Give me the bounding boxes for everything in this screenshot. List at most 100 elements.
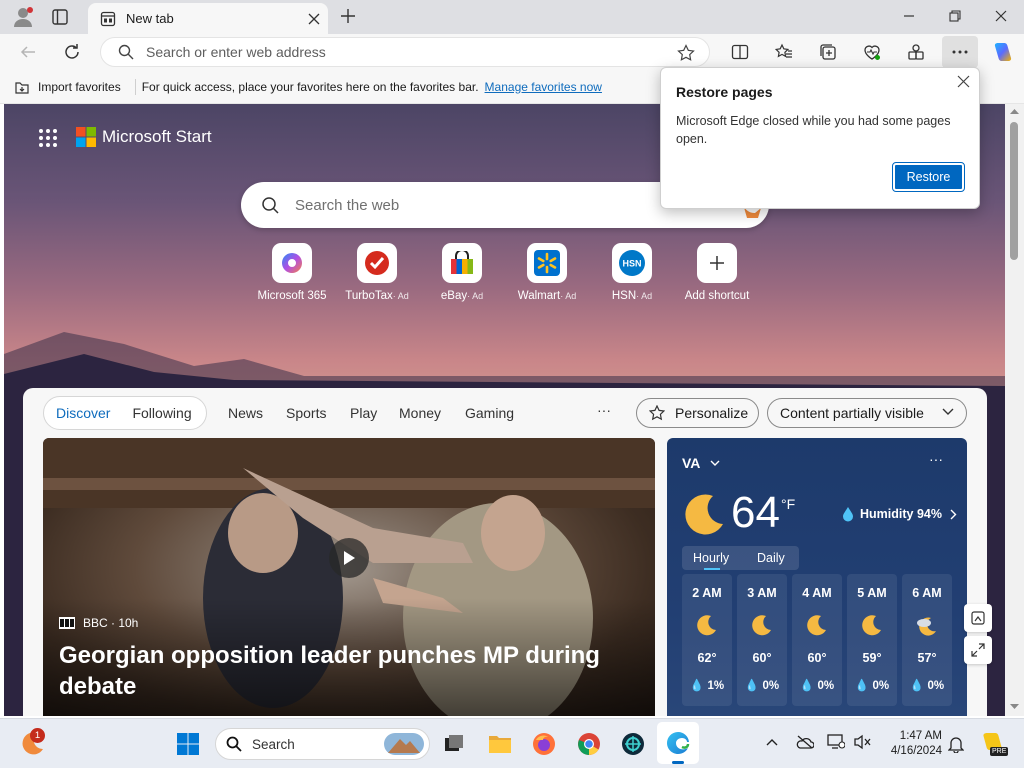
copilot-icon[interactable]: [988, 38, 1016, 66]
collections-icon[interactable]: [814, 38, 842, 66]
edge-taskbar-item[interactable]: [657, 722, 699, 764]
file-explorer-icon[interactable]: [488, 732, 512, 756]
notification-bell-icon[interactable]: [948, 735, 964, 753]
forecast-tabs: Hourly Daily: [682, 546, 799, 570]
more-tabs-icon[interactable]: ···: [597, 402, 611, 418]
tab-gaming[interactable]: Gaming: [465, 405, 514, 421]
tab-money[interactable]: Money: [399, 405, 441, 421]
personalize-star-icon: [649, 405, 665, 421]
volume-muted-icon[interactable]: [853, 734, 871, 750]
quick-link-microsoft-365[interactable]: Microsoft 365: [249, 243, 335, 302]
tab-actions-icon[interactable]: [51, 8, 69, 26]
hsn-icon: HSN: [612, 243, 652, 283]
import-favorites-link[interactable]: Import favorites: [38, 80, 121, 94]
favorites-icon[interactable]: [770, 38, 798, 66]
close-icon[interactable]: [957, 75, 970, 88]
weather-more-icon[interactable]: ···: [929, 451, 943, 467]
system-clock[interactable]: 1:47 AM 4/16/2024: [882, 729, 942, 759]
split-screen-icon[interactable]: [726, 38, 754, 66]
windows-start-icon[interactable]: [176, 732, 200, 756]
browser-essentials-icon[interactable]: [858, 38, 886, 66]
moon-icon: [806, 614, 828, 636]
content-visibility-dropdown[interactable]: Content partially visible: [767, 398, 967, 428]
back-arrow-icon[interactable]: [14, 38, 42, 66]
temperature-unit: °F: [781, 496, 796, 512]
moon-icon: [696, 614, 718, 636]
microsoft-logo-icon: [76, 127, 96, 147]
address-bar[interactable]: Search or enter web address: [100, 37, 710, 67]
address-placeholder: Search or enter web address: [146, 44, 326, 60]
scroll-down-icon[interactable]: [1010, 704, 1019, 710]
close-tab-icon[interactable]: [308, 13, 320, 25]
tab-hourly[interactable]: Hourly: [693, 551, 729, 565]
ebay-icon: [442, 243, 482, 283]
tab-discover[interactable]: Discover: [56, 405, 110, 421]
favorite-star-icon[interactable]: [677, 44, 695, 62]
close-window-button[interactable]: [978, 0, 1024, 32]
import-favorites-icon[interactable]: [14, 79, 30, 95]
hourly-forecast-item: 5 AM 59° 💧 0%: [847, 574, 897, 706]
chevron-down-icon: [710, 460, 720, 467]
current-temperature: 64: [731, 488, 780, 537]
search-highlight-icon: [384, 733, 424, 755]
expand-icon[interactable]: [964, 636, 992, 664]
navigation-bar: Search or enter web address: [0, 34, 1024, 70]
taskbar-search-box[interactable]: Search: [215, 728, 430, 760]
show-hidden-icons-chevron-icon[interactable]: [766, 738, 778, 746]
search-icon: [226, 736, 242, 752]
scroll-thumb[interactable]: [1010, 122, 1018, 260]
windows-taskbar: 1 Search 1:47 AM 4/16/2024 PRE: [0, 718, 1024, 768]
page-settings-icon[interactable]: [964, 604, 992, 632]
hourly-forecast-item: 4 AM 60° 💧 0%: [792, 574, 842, 706]
dialog-message: Microsoft Edge closed while you had some…: [676, 114, 951, 146]
network-disconnected-icon[interactable]: [796, 735, 814, 749]
profile-icon[interactable]: [12, 6, 34, 28]
weather-location[interactable]: VA: [682, 455, 720, 471]
hourly-forecast-item: 3 AM 60° 💧 0%: [737, 574, 787, 706]
dev-app-icon[interactable]: [621, 732, 645, 756]
hero-news-card[interactable]: BBC · 10h Georgian opposition leader pun…: [43, 438, 655, 716]
scroll-up-icon[interactable]: [1010, 108, 1019, 114]
play-video-icon[interactable]: [329, 538, 369, 578]
walmart-icon: [527, 243, 567, 283]
water-drop-icon: 💧: [909, 680, 925, 692]
settings-more-icon[interactable]: [942, 36, 978, 68]
display-icon[interactable]: [827, 734, 845, 750]
tab-daily[interactable]: Daily: [757, 551, 785, 565]
tab-new-tab[interactable]: New tab: [88, 3, 328, 34]
firefox-icon[interactable]: [532, 732, 556, 756]
humidity-link[interactable]: Humidity 94%: [841, 506, 957, 522]
quick-link-turbotax[interactable]: TurboTax· Ad: [334, 243, 420, 302]
partly-cloudy-night-icon: [916, 614, 938, 636]
copilot-preview-icon[interactable]: PRE: [980, 731, 1009, 757]
microsoft-start-logo[interactable]: Microsoft Start: [76, 127, 212, 147]
microsoft-365-icon: [272, 243, 312, 283]
chrome-icon[interactable]: [577, 732, 601, 756]
apps-launcher-icon[interactable]: [38, 128, 58, 148]
notification-badge: 1: [30, 728, 45, 743]
weather-card[interactable]: VA ··· 64 °F Humidity 94% Hourly Daily 2…: [667, 438, 967, 716]
minimize-button[interactable]: [886, 0, 932, 32]
extensions-icon[interactable]: [902, 38, 930, 66]
personalize-button[interactable]: Personalize: [636, 398, 759, 428]
restore-window-button[interactable]: [932, 0, 978, 32]
tab-news[interactable]: News: [228, 405, 263, 421]
restore-button[interactable]: Restore: [892, 162, 965, 192]
task-view-icon[interactable]: [442, 732, 466, 756]
quick-link-ebay[interactable]: eBay· Ad: [419, 243, 505, 302]
new-tab-plus-icon[interactable]: [340, 8, 356, 24]
refresh-icon[interactable]: [58, 38, 86, 66]
tab-play[interactable]: Play: [350, 405, 377, 421]
page-scrollbar[interactable]: [1005, 104, 1024, 716]
tab-sports[interactable]: Sports: [286, 405, 326, 421]
manage-favorites-link[interactable]: Manage favorites now: [485, 80, 602, 94]
quick-link-add-shortcut[interactable]: Add shortcut: [674, 243, 760, 302]
search-placeholder: Search the web: [295, 196, 400, 214]
quick-link-hsn[interactable]: HSN HSN· Ad: [589, 243, 675, 302]
dialog-title: Restore pages: [676, 84, 773, 100]
new-tab-page-icon: [100, 11, 116, 27]
hero-headline[interactable]: Georgian opposition leader punches MP du…: [59, 640, 619, 702]
tab-following[interactable]: Following: [132, 405, 191, 421]
quick-link-walmart[interactable]: Walmart· Ad: [504, 243, 590, 302]
bbc-logo-icon: [59, 617, 75, 629]
